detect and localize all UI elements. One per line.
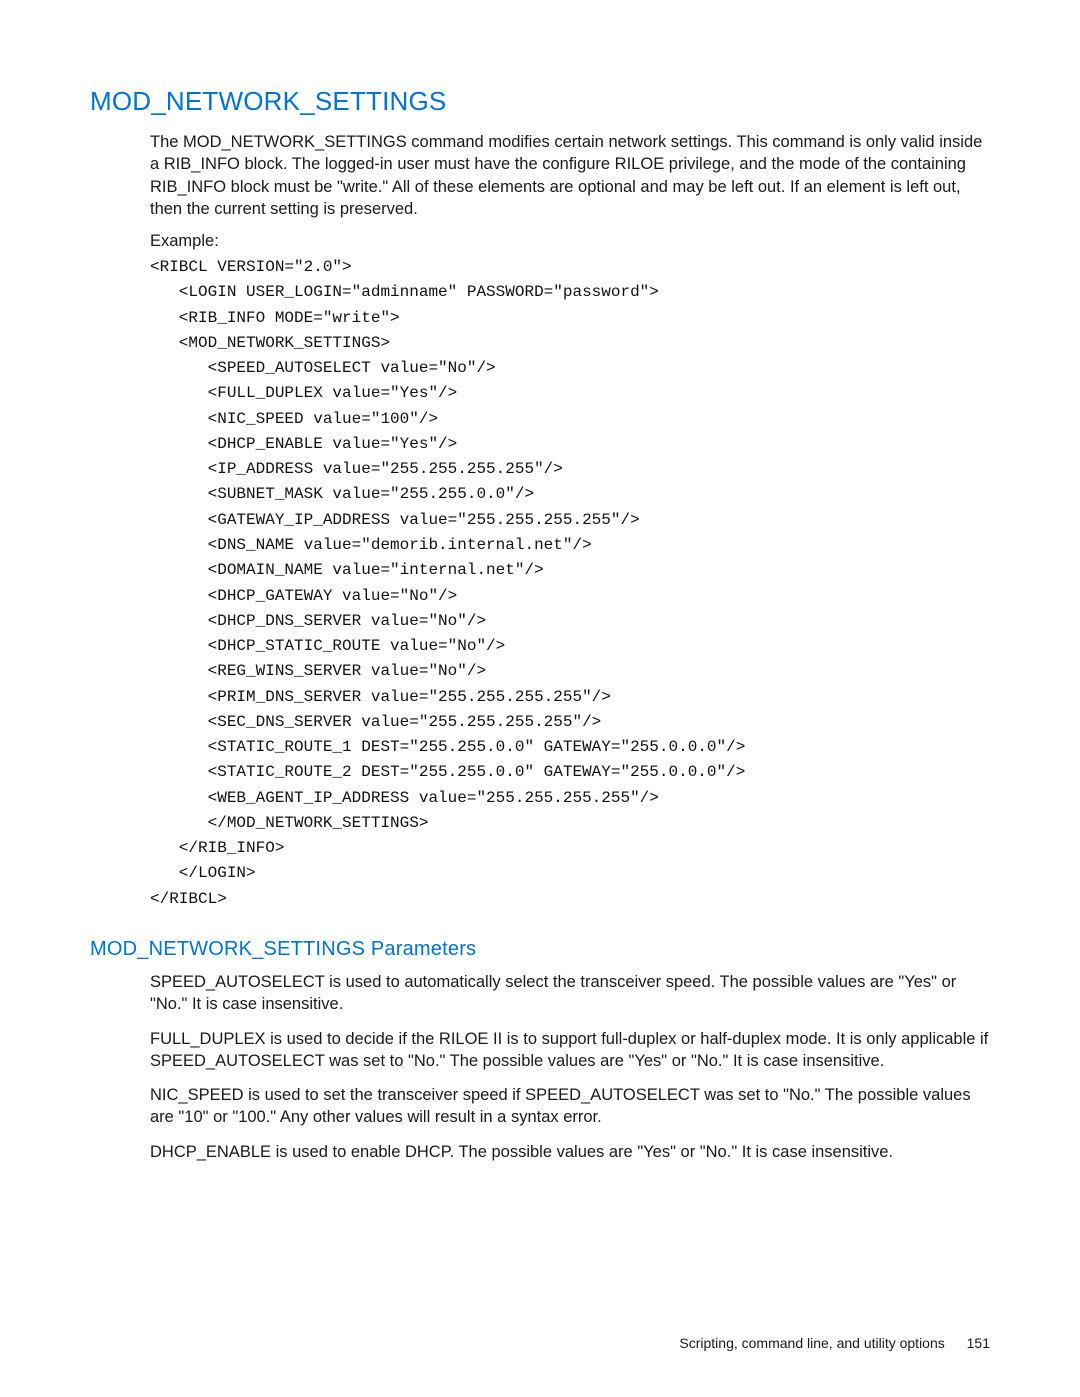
params-block: SPEED_AUTOSELECT is used to automaticall… (150, 971, 990, 1163)
subsection-title: MOD_NETWORK_SETTINGS Parameters (90, 938, 990, 961)
param-dhcp-enable: DHCP_ENABLE is used to enable DHCP. The … (150, 1141, 990, 1163)
code-block: <RIBCL VERSION="2.0"> <LOGIN USER_LOGIN=… (150, 255, 990, 912)
intro-paragraph: The MOD_NETWORK_SETTINGS command modifie… (150, 131, 990, 220)
param-nic-speed: NIC_SPEED is used to set the transceiver… (150, 1084, 990, 1129)
page: MOD_NETWORK_SETTINGS The MOD_NETWORK_SET… (0, 0, 1080, 1397)
example-label: Example: (150, 232, 990, 251)
page-footer: Scripting, command line, and utility opt… (679, 1335, 990, 1351)
intro-block: The MOD_NETWORK_SETTINGS command modifie… (150, 131, 990, 912)
param-full-duplex: FULL_DUPLEX is used to decide if the RIL… (150, 1028, 990, 1073)
section-title: MOD_NETWORK_SETTINGS (90, 86, 990, 117)
footer-text: Scripting, command line, and utility opt… (679, 1335, 944, 1351)
param-speed-autoselect: SPEED_AUTOSELECT is used to automaticall… (150, 971, 990, 1016)
page-number: 151 (967, 1335, 990, 1351)
